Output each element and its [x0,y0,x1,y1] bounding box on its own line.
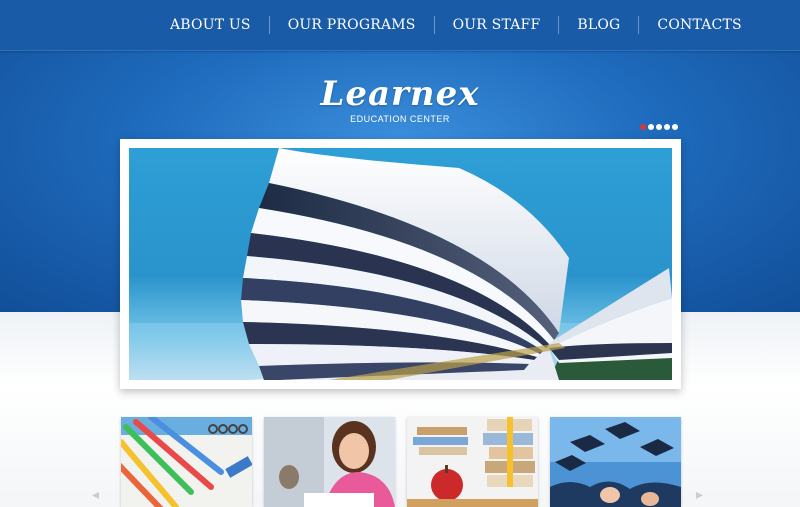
nav-item-contacts[interactable]: CONTACTS [639,17,759,33]
top-navigation: ABOUT US OUR PROGRAMS OUR STAFF BLOG CON… [0,0,800,51]
thumbnail-pencils[interactable] [121,417,252,507]
carousel-prev-arrow-icon[interactable]: ◂ [92,487,104,501]
student-girl-icon [264,417,395,507]
slider-dot-4[interactable] [664,124,670,130]
thumbnail-graduation[interactable] [550,417,681,507]
slider-dot-3[interactable] [656,124,662,130]
slider-dot-1[interactable] [640,124,646,130]
nav-item-blog[interactable]: BLOG [559,17,638,33]
site-tagline: EDUCATION CENTER [350,114,450,124]
nav-item-about-us[interactable]: ABOUT US [152,17,269,33]
graduation-caps-icon [550,417,681,507]
hero-slider[interactable] [120,139,681,389]
open-book-icon [129,148,672,380]
nav-item-our-staff[interactable]: OUR STAFF [435,17,559,33]
thumbnail-books[interactable] [407,417,538,507]
nav-menu: ABOUT US OUR PROGRAMS OUR STAFF BLOG CON… [152,0,760,50]
books-apple-icon [407,417,538,507]
slider-pagination [640,124,678,130]
carousel-next-arrow-icon[interactable]: ▸ [696,487,708,501]
nav-item-our-programs[interactable]: OUR PROGRAMS [270,17,434,33]
thumbnail-student[interactable] [264,417,395,507]
pencils-notebook-icon [121,417,252,507]
slider-dot-5[interactable] [672,124,678,130]
slider-dot-2[interactable] [648,124,654,130]
site-logo[interactable]: Learnex [0,74,800,114]
